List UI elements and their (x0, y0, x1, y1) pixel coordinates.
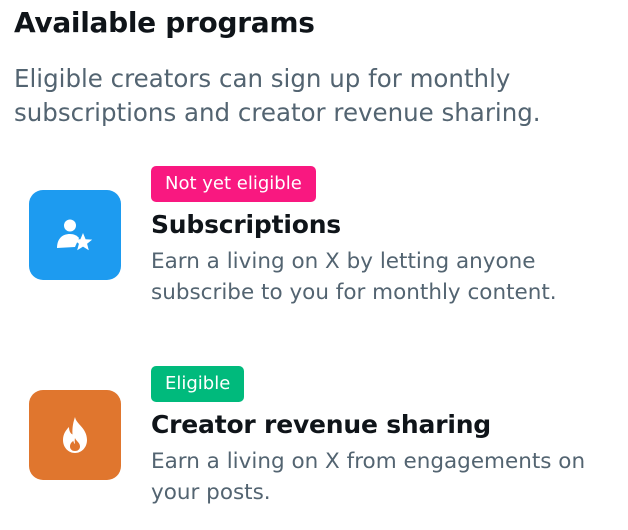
page-title: Available programs (14, 6, 315, 39)
program-name: Subscriptions (151, 210, 341, 239)
program-name: Creator revenue sharing (151, 410, 491, 439)
page-subtitle: Eligible creators can sign up for monthl… (14, 64, 541, 127)
program-description: Earn a living on X from engagements on y… (151, 449, 586, 505)
status-badge: Not yet eligible (151, 166, 316, 202)
program-description: Earn a living on X by letting anyone sub… (151, 249, 557, 305)
status-badge: Eligible (151, 366, 245, 402)
flame-icon (29, 390, 121, 480)
person-star-icon (29, 190, 121, 280)
